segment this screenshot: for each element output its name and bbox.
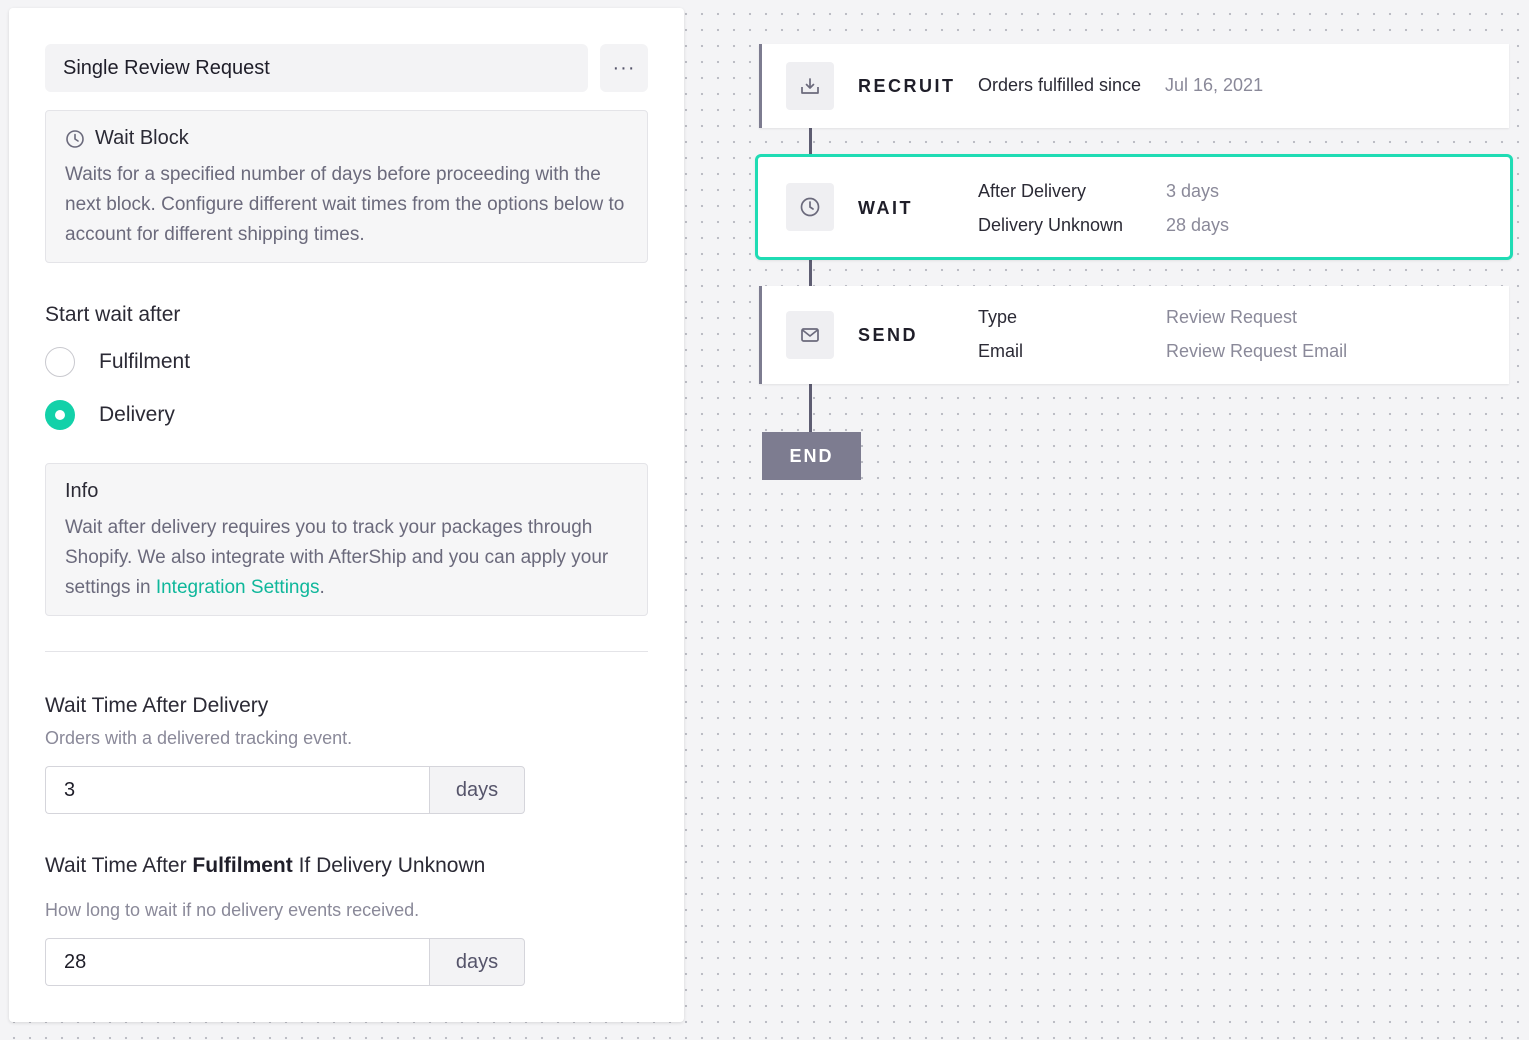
recruit-value: Jul 16, 2021 — [1165, 75, 1264, 95]
send-key-type: Type — [978, 307, 1018, 327]
wait-after-delivery-label: Wait Time After Delivery — [45, 694, 269, 717]
more-options-button[interactable]: ··· — [600, 44, 648, 92]
wait-value-delivery-unknown: 28 days — [1166, 215, 1230, 235]
days-unit-label: days — [429, 938, 525, 986]
flow-connector — [809, 258, 812, 288]
wait-after-fulfilment-label: Wait Time After Fulfilment If Delivery U… — [45, 854, 485, 878]
more-horizontal-icon: ··· — [612, 56, 636, 79]
radio-button-selected[interactable] — [45, 400, 75, 430]
wait-block-title: Wait Block — [95, 127, 189, 149]
send-value-email: Review Request Email — [1166, 341, 1348, 361]
info-box: Info Wait after delivery requires you to… — [45, 463, 648, 616]
info-text: Wait after delivery requires you to trac… — [65, 513, 628, 603]
info-title: Info — [65, 480, 99, 502]
clock-icon — [786, 183, 834, 231]
send-value-type: Review Request — [1166, 307, 1298, 327]
wait-title: WAIT — [858, 198, 913, 218]
block-settings-panel: Single Review Request ··· Wait Block Wai… — [9, 8, 684, 1022]
send-node[interactable]: SEND Type Review Request Email Review Re… — [759, 286, 1509, 384]
days-unit-label: days — [429, 766, 525, 814]
section-divider — [45, 651, 648, 652]
send-key-email: Email — [978, 341, 1024, 361]
label-bold: Fulfilment — [192, 854, 293, 877]
send-title: SEND — [858, 325, 919, 345]
radio-fulfilment[interactable]: Fulfilment — [45, 347, 190, 377]
wait-after-delivery-input[interactable]: 3 — [45, 766, 429, 814]
wait-after-fulfilment-input[interactable]: 28 — [45, 938, 429, 986]
flow-title-input[interactable]: Single Review Request — [45, 44, 588, 92]
integration-settings-link[interactable]: Integration Settings — [156, 577, 320, 598]
wait-block-description: Wait Block Waits for a specified number … — [45, 110, 648, 263]
title-row: Single Review Request ··· — [45, 44, 648, 92]
wait-value-after-delivery: 3 days — [1166, 181, 1220, 201]
info-heading: Info — [65, 480, 628, 503]
info-text-start: Wait after delivery requires you to trac… — [65, 517, 609, 598]
start-wait-label: Start wait after — [45, 303, 181, 326]
radio-delivery[interactable]: Delivery — [45, 400, 175, 430]
end-block: END — [762, 432, 861, 480]
recruit-node[interactable]: RECRUIT Orders fulfilled since Jul 16, 2… — [759, 44, 1509, 128]
radio-button[interactable] — [45, 347, 75, 377]
inbox-download-icon — [786, 62, 834, 110]
label-prefix: Wait Time After — [45, 854, 193, 877]
label-suffix: If Delivery Unknown — [292, 854, 486, 877]
wait-after-delivery-field: 3 days — [45, 766, 525, 814]
wait-key-after-delivery: After Delivery — [978, 181, 1087, 201]
wait-after-fulfilment-field: 28 days — [45, 938, 525, 986]
wait-block-text: Waits for a specified number of days bef… — [65, 164, 625, 245]
radio-label: Fulfilment — [99, 350, 191, 373]
info-text-end: . — [319, 577, 325, 598]
wait-after-fulfilment-help: How long to wait if no delivery events r… — [45, 900, 420, 920]
wait-block-heading: Wait Block — [65, 127, 628, 150]
radio-label: Delivery — [99, 403, 175, 426]
mail-icon — [786, 311, 834, 359]
flow-connector — [809, 126, 812, 156]
wait-after-delivery-help: Orders with a delivered tracking event. — [45, 728, 353, 748]
recruit-title: RECRUIT — [858, 76, 956, 96]
flow-connector — [809, 382, 812, 434]
wait-key-delivery-unknown: Delivery Unknown — [978, 215, 1124, 235]
wait-node[interactable]: WAIT After Delivery 3 days Delivery Unkn… — [755, 154, 1513, 260]
clock-icon — [66, 129, 84, 148]
recruit-key: Orders fulfilled since — [978, 75, 1142, 95]
